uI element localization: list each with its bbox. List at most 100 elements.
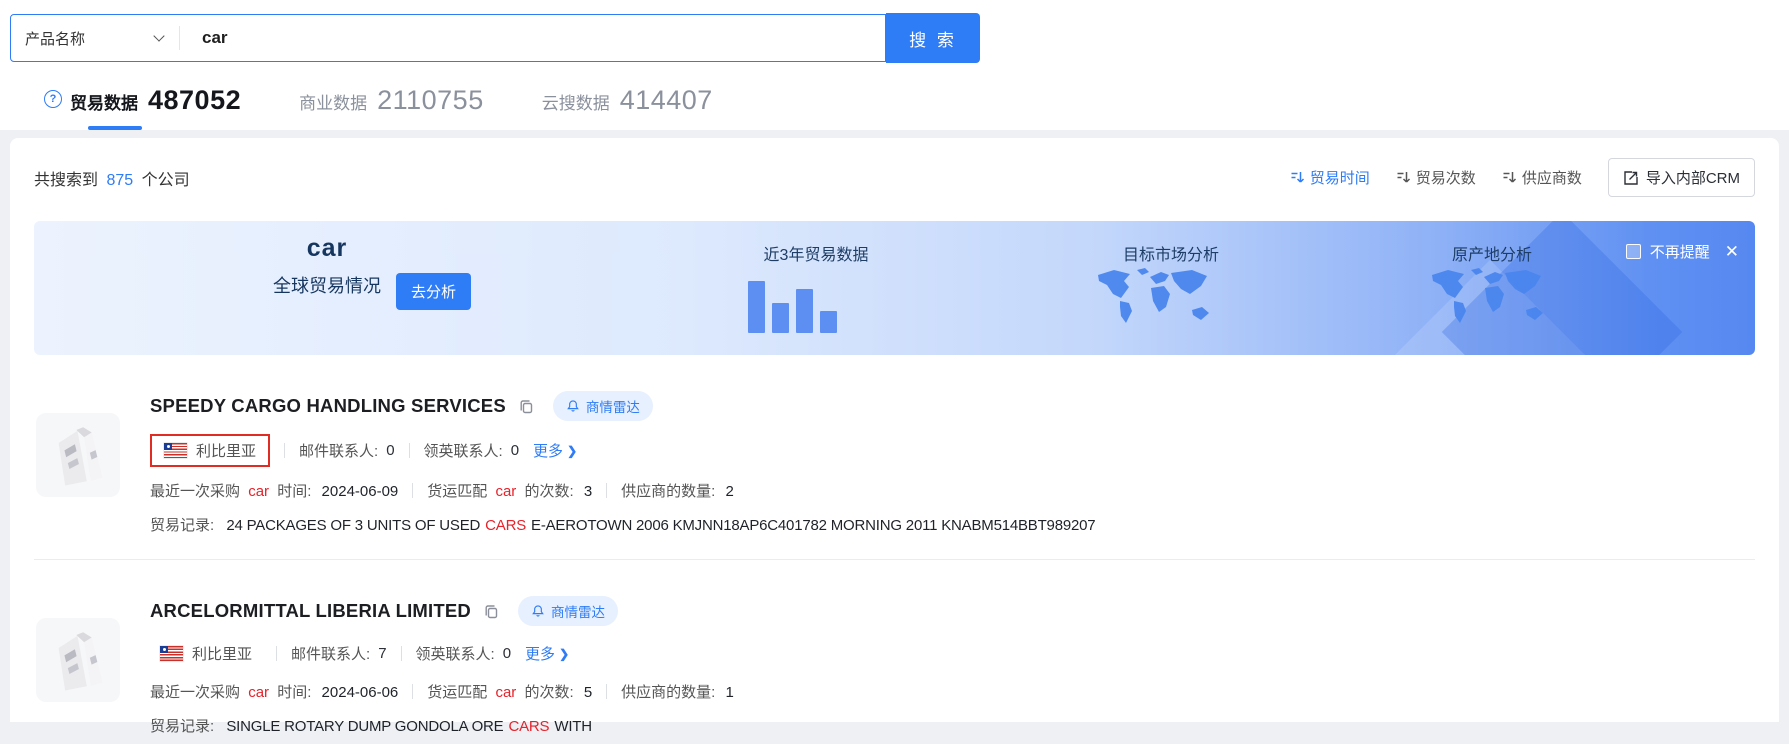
freight-match-count: 货运匹配 car 的次数: 3 [427, 480, 592, 501]
freight-count-value: 5 [584, 684, 592, 701]
tab-business-data[interactable]: 商业数据 2110755 [299, 85, 484, 116]
tab-label: 贸易数据 [70, 89, 138, 114]
more-label: 更多 [533, 440, 563, 461]
record-post: E-AEROTOWN 2006 KMJNN18AP6C401782 MORNIN… [531, 517, 1095, 534]
purchase-date-value: 2024-06-09 [322, 483, 399, 500]
tab-count: 2110755 [377, 85, 484, 116]
keyword-highlight: car [248, 684, 269, 701]
sort-by-trade-time[interactable]: 贸易时间 [1290, 167, 1370, 188]
radar-badge[interactable]: 商情雷达 [553, 391, 653, 421]
results-panel: 共搜索到 875 个公司 贸易时间 贸易次数 供应商数 导入内部CRM [10, 138, 1779, 722]
company-name[interactable]: ARCELORMITTAL LIBERIA LIMITED [150, 600, 471, 622]
country-tag-highlighted: 利比里亚 [150, 434, 270, 467]
copy-icon[interactable] [483, 603, 500, 620]
sort-label: 贸易时间 [1310, 167, 1370, 188]
sort-by-trade-count[interactable]: 贸易次数 [1396, 167, 1476, 188]
banner-product-name: car [262, 234, 392, 263]
sort-label: 供应商数 [1522, 167, 1582, 188]
trade-record-label: 贸易记录: [150, 517, 214, 534]
tab-trade-data[interactable]: ? 贸易数据 487052 [44, 85, 241, 116]
tab-label: 商业数据 [299, 89, 367, 114]
purchase-label-post: 时间: [277, 483, 311, 500]
search-category-label: 产品名称 [25, 28, 85, 49]
results-count-prefix: 共搜索到 [34, 172, 98, 189]
trade-record: 贸易记录: 24 PACKAGES OF 3 UNITS OF USEDCARS… [150, 514, 1095, 535]
linkedin-contacts-value: 0 [503, 645, 511, 662]
banner-product-block: car 全球贸易情况 [262, 234, 392, 298]
company-thumbnail[interactable] [36, 618, 120, 702]
tab-cloud-search-data[interactable]: 云搜数据 414407 [542, 85, 713, 116]
copy-icon[interactable] [518, 398, 535, 415]
keyword-highlight: car [495, 684, 516, 701]
more-link[interactable]: 更多 ❯ [525, 643, 569, 664]
results-count-suffix: 个公司 [142, 172, 190, 189]
supplier-count-label: 供应商的数量: [621, 684, 715, 701]
banner-market-label: 目标市场分析 [1096, 241, 1246, 265]
building-icon [49, 629, 107, 691]
close-icon[interactable]: ✕ [1725, 243, 1739, 260]
trade-record: 贸易记录: SINGLE ROTARY DUMP GONDOLA ORE CARS… [150, 715, 734, 736]
import-icon [1623, 170, 1639, 186]
record-pre: SINGLE ROTARY DUMP GONDOLA ORE [226, 718, 503, 735]
import-crm-label: 导入内部CRM [1646, 167, 1740, 188]
supplier-count-label: 供应商的数量: [621, 483, 715, 500]
record-keyword: CARS [485, 517, 526, 534]
separator [412, 684, 413, 699]
analyze-button[interactable]: 去分析 [396, 273, 471, 310]
purchase-date-value: 2024-06-06 [322, 684, 399, 701]
active-tab-underline [88, 126, 142, 130]
separator [412, 483, 413, 498]
email-contacts-value: 0 [386, 442, 394, 459]
search-button[interactable]: 搜 索 [886, 13, 980, 63]
trade-record-text: SINGLE ROTARY DUMP GONDOLA ORE CARS WITH [226, 718, 592, 735]
search-box: 产品名称 [10, 14, 886, 62]
trade-record-text: 24 PACKAGES OF 3 UNITS OF USEDCARSE-AERO… [226, 517, 1095, 534]
purchase-label-pre: 最近一次采购 [150, 483, 240, 500]
trade-record-label: 贸易记录: [150, 718, 214, 735]
chevron-down-icon [153, 30, 164, 41]
search-category-dropdown[interactable]: 产品名称 [11, 28, 179, 49]
company-thumbnail[interactable] [36, 413, 120, 497]
dismiss-checkbox[interactable] [1626, 244, 1641, 259]
separator [606, 483, 607, 498]
company-result-body: SPEEDY CARGO HANDLING SERVICES 商情雷达 利比里亚… [150, 391, 1095, 535]
banner-origin-label: 原产地分析 [1432, 241, 1552, 265]
linkedin-contacts-value: 0 [511, 442, 519, 459]
sort-by-supplier-count[interactable]: 供应商数 [1502, 167, 1582, 188]
radar-badge-label: 商情雷达 [551, 601, 605, 621]
liberia-flag-icon [164, 443, 187, 458]
separator [409, 443, 410, 458]
tab-count: 487052 [148, 85, 241, 116]
company-result-row: ARCELORMITTAL LIBERIA LIMITED 商情雷达 利比里亚 … [34, 560, 1755, 744]
record-post: WITH [554, 718, 592, 735]
sort-descending-icon [1502, 170, 1517, 185]
separator [606, 684, 607, 699]
freight-match-count: 货运匹配 car 的次数: 5 [427, 681, 592, 702]
trade-bars [748, 221, 848, 333]
freight-label-pre: 货运匹配 [427, 684, 487, 701]
linkedin-contacts: 领英联系人: 0 [424, 440, 520, 461]
search-input[interactable] [180, 28, 885, 48]
purchase-time: 最近一次采购 car 时间: 2024-06-06 [150, 681, 398, 702]
linkedin-contacts: 领英联系人: 0 [416, 643, 512, 664]
freight-label-pre: 货运匹配 [427, 483, 487, 500]
country-tag: 利比里亚 [150, 639, 262, 668]
supplier-count-value: 1 [726, 684, 734, 701]
company-name[interactable]: SPEEDY CARGO HANDLING SERVICES [150, 395, 506, 417]
separator [284, 443, 285, 458]
company-result-body: ARCELORMITTAL LIBERIA LIMITED 商情雷达 利比里亚 … [150, 596, 734, 736]
radar-badge[interactable]: 商情雷达 [518, 596, 618, 626]
record-keyword: CARS [508, 718, 549, 735]
purchase-label-post: 时间: [277, 684, 311, 701]
import-crm-button[interactable]: 导入内部CRM [1608, 158, 1755, 197]
results-header: 共搜索到 875 个公司 贸易时间 贸易次数 供应商数 导入内部CRM [34, 158, 1755, 197]
supplier-count-value: 2 [726, 483, 734, 500]
dismiss-label: 不再提醒 [1650, 241, 1710, 262]
country-name: 利比里亚 [192, 643, 252, 664]
tab-count: 414407 [620, 85, 713, 116]
chevron-right-icon: ❯ [567, 444, 577, 458]
separator [276, 646, 277, 661]
question-circle-icon[interactable]: ? [44, 90, 62, 108]
supplier-count: 供应商的数量: 2 [621, 480, 734, 501]
more-link[interactable]: 更多 ❯ [533, 440, 577, 461]
